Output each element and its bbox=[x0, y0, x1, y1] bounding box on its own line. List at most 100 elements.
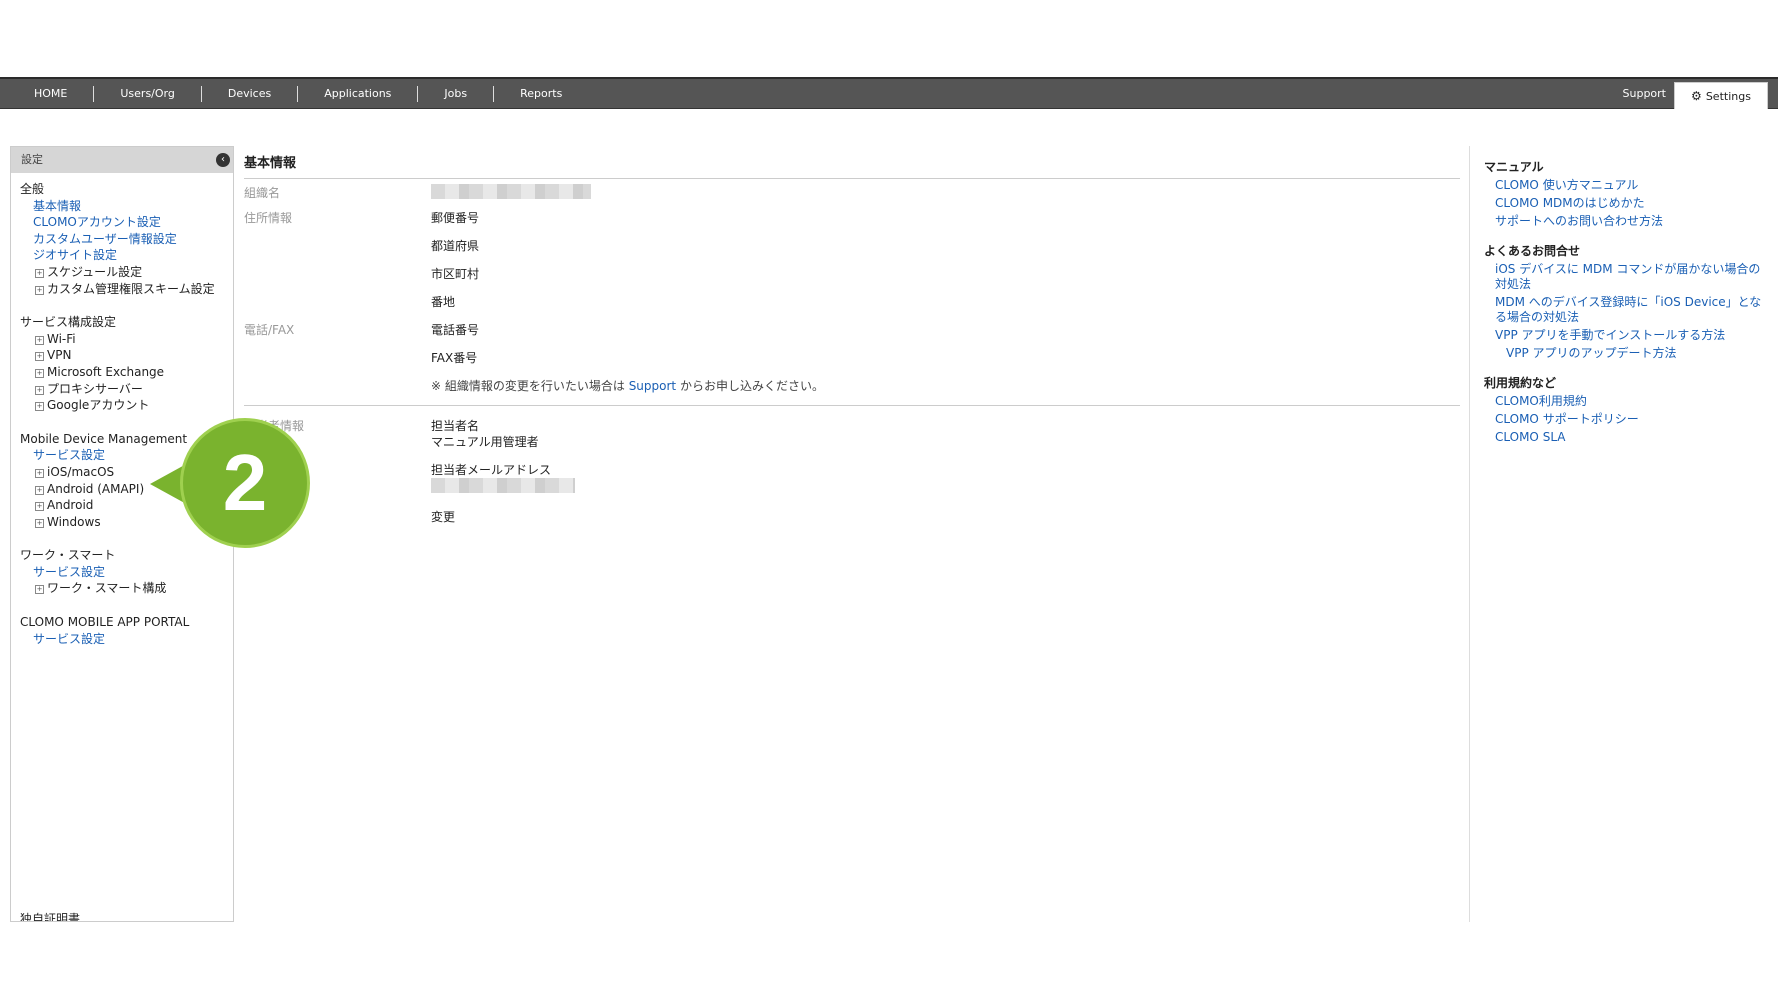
step-callout: 2 bbox=[180, 418, 310, 548]
expand-icon[interactable]: + bbox=[35, 285, 44, 295]
help-link[interactable]: CLOMO SLA bbox=[1484, 430, 1765, 445]
sidebar-link[interactable]: 基本情報 bbox=[20, 198, 233, 215]
sidebar-tree-item[interactable]: + VPN bbox=[20, 347, 233, 364]
nav-reports[interactable]: Reports bbox=[494, 86, 588, 102]
nav-jobs[interactable]: Jobs bbox=[418, 85, 495, 102]
sidebar-link[interactable]: サービス設定 bbox=[20, 564, 233, 581]
nav-users-org[interactable]: Users/Org bbox=[94, 85, 202, 102]
sidebar-tree-label: Android (AMAPI) bbox=[47, 481, 145, 496]
help-link[interactable]: CLOMO サポートポリシー bbox=[1484, 412, 1765, 427]
section-divider bbox=[244, 405, 1460, 406]
city-label: 市区町村 bbox=[431, 267, 480, 281]
help-section: マニュアル CLOMO 使い方マニュアル CLOMO MDMのはじめかた サポートへの… bbox=[1484, 158, 1769, 229]
expand-icon[interactable]: + bbox=[35, 268, 44, 278]
help-link[interactable]: CLOMO 使い方マニュアル bbox=[1484, 178, 1765, 193]
sidebar-link[interactable]: CLOMOアカウント設定 bbox=[20, 214, 233, 231]
sidebar-tree-item[interactable]: + スケジュール設定 bbox=[20, 264, 233, 281]
help-link[interactable]: VPP アプリを手動でインストールする方法 bbox=[1484, 328, 1765, 343]
change-note: ※ 組織情報の変更を行いたい場合は Support からお申し込みください。 bbox=[431, 377, 824, 394]
expand-icon[interactable]: + bbox=[35, 485, 44, 495]
sidebar-link[interactable]: ジオサイト設定 bbox=[20, 247, 233, 264]
contact-email-redacted bbox=[431, 478, 575, 496]
gear-icon: ⚙ bbox=[1691, 89, 1702, 103]
nav-devices[interactable]: Devices bbox=[202, 85, 299, 102]
sidebar-section: ワーク・スマート サービス設定 + ワーク・スマート構成 bbox=[20, 547, 233, 597]
sidebar-link[interactable]: サービス設定 bbox=[20, 631, 233, 648]
sidebar-menu: 全般 基本情報 CLOMOアカウント設定 カスタムユーザー情報設定 ジオサイト設定 + スケ… bbox=[11, 173, 233, 647]
street-label: 番地 bbox=[431, 295, 456, 309]
help-link[interactable]: CLOMO MDMのはじめかた bbox=[1484, 196, 1765, 211]
expand-icon[interactable]: + bbox=[35, 518, 44, 528]
sidebar-section-title: サービス構成設定 bbox=[20, 315, 117, 330]
org-value-redacted bbox=[431, 184, 591, 202]
postal-label: 郵便番号 bbox=[431, 211, 480, 225]
sidebar-tree-item[interactable]: + プロキシサーバー bbox=[20, 381, 233, 398]
org-label: 組織名 bbox=[244, 186, 281, 200]
sidebar-tree-item[interactable]: + Microsoft Exchange bbox=[20, 364, 233, 381]
sidebar-tree-item[interactable]: + Googleアカウント bbox=[20, 397, 233, 414]
sidebar-section: CLOMO MOBILE APP PORTAL サービス設定 bbox=[20, 614, 233, 647]
help-link[interactable]: サポートへのお問い合わせ方法 bbox=[1484, 214, 1765, 229]
contact-name-label: 担当者名 bbox=[431, 419, 480, 433]
note-support-link[interactable]: Support bbox=[629, 379, 676, 393]
help-link[interactable]: iOS デバイスに MDM コマンドが届かない場合の対処法 bbox=[1484, 262, 1765, 292]
help-link[interactable]: MDM へのデバイス登録時に「iOS Device」となる場合の対処法 bbox=[1484, 295, 1765, 325]
help-section-title: 利用規約など bbox=[1484, 376, 1557, 390]
sidebar-tree-label: Googleアカウント bbox=[47, 398, 150, 413]
sidebar-section: サービス構成設定 + Wi-Fi + VPN + Microsoft Exchange + プロ… bbox=[20, 314, 233, 414]
nav-settings-tab[interactable]: ⚙ Settings bbox=[1674, 82, 1768, 109]
sidebar-tree-label: iOS/macOS bbox=[47, 464, 115, 479]
expand-icon[interactable]: + bbox=[35, 352, 44, 362]
top-nav: HOME Users/Org Devices Applications Jobs… bbox=[0, 77, 1778, 109]
help-section: 利用規約など CLOMO利用規約 CLOMO サポートポリシー CLOMO SLA bbox=[1484, 374, 1769, 445]
contact-email-label: 担当者メールアドレス bbox=[431, 463, 552, 477]
sidebar-tree-label: Android bbox=[47, 498, 94, 513]
sidebar-header: 設定 ‹ bbox=[11, 147, 233, 173]
expand-icon[interactable]: + bbox=[35, 385, 44, 395]
contact-name-value: マニュアル用管理者 bbox=[431, 435, 539, 449]
help-section-title: よくあるお問合せ bbox=[1484, 244, 1581, 258]
expand-icon[interactable]: + bbox=[35, 468, 44, 478]
page-title: 基本情報 bbox=[244, 146, 1460, 179]
sidebar-tree-item[interactable]: + Wi-Fi bbox=[20, 331, 233, 348]
phone-fax-label: 電話/FAX bbox=[244, 323, 295, 337]
expand-icon[interactable]: + bbox=[35, 402, 44, 412]
expand-icon[interactable]: + bbox=[35, 502, 44, 512]
settings-sidebar: 設定 ‹ 全般基本情報 CLOMOアカウント設定 カスタムユーザー情報設定 ジオサイト… bbox=[10, 146, 234, 922]
note-pre: ※ 組織情報の変更を行いたい場合は bbox=[431, 379, 629, 393]
sidebar-tree-label: プロキシサーバー bbox=[47, 381, 143, 396]
sidebar-tree-label: Microsoft Exchange bbox=[47, 364, 165, 379]
note-post: からお申し込みください。 bbox=[676, 379, 824, 393]
collapse-left-icon[interactable]: ‹ bbox=[216, 153, 230, 167]
sidebar-tree-item[interactable]: + ワーク・スマート構成 bbox=[20, 580, 233, 597]
change-link[interactable]: 変更 bbox=[431, 508, 455, 525]
sidebar-tree-label: VPN bbox=[47, 348, 72, 363]
sidebar-tree-label: Wi-Fi bbox=[47, 331, 76, 346]
sidebar-tree-label: カスタム管理権限スキーム設定 bbox=[47, 281, 215, 296]
address-label: 住所情報 bbox=[244, 211, 293, 225]
expand-icon[interactable]: + bbox=[35, 585, 44, 595]
sidebar-item-cut[interactable]: 独自証明書 bbox=[20, 910, 80, 921]
org-row: 組織名 bbox=[244, 179, 1460, 209]
sidebar-tree-item[interactable]: + カスタム管理権限スキーム設定 bbox=[20, 281, 233, 298]
nav-applications[interactable]: Applications bbox=[298, 85, 419, 102]
expand-icon[interactable]: + bbox=[35, 368, 44, 378]
nav-tabs: HOME Users/Org Devices Applications Jobs… bbox=[8, 79, 588, 108]
sidebar-title: 設定 bbox=[21, 153, 43, 166]
help-link[interactable]: VPP アプリのアップデート方法 bbox=[1484, 346, 1776, 361]
prefecture-label: 都道府県 bbox=[431, 239, 480, 253]
sidebar-tree-label: ワーク・スマート構成 bbox=[47, 581, 167, 596]
phone-row: 電話/FAX 電話番号 FAX番号 ※ 組織情報の変更を行いたい場合は Supp… bbox=[244, 321, 1460, 405]
sidebar-link[interactable]: カスタムユーザー情報設定 bbox=[20, 231, 233, 248]
nav-settings-label: Settings bbox=[1705, 89, 1751, 103]
help-link[interactable]: CLOMO利用規約 bbox=[1484, 394, 1765, 409]
help-section: よくあるお問合せ iOS デバイスに MDM コマンドが届かない場合の対処法 MDM… bbox=[1484, 242, 1769, 361]
nav-home[interactable]: HOME bbox=[8, 85, 95, 102]
sidebar-tree-label: スケジュール設定 bbox=[47, 264, 143, 279]
sidebar-section: 全般 基本情報 CLOMOアカウント設定 カスタムユーザー情報設定 ジオサイト設定 + スケ… bbox=[20, 181, 233, 297]
address-row: 住所情報 郵便番号 都道府県 市区町村 番地 bbox=[244, 209, 1460, 321]
expand-icon[interactable]: + bbox=[35, 335, 44, 345]
sidebar-section-title: ワーク・スマート bbox=[20, 548, 116, 563]
sidebar-section-title: 全般 bbox=[20, 182, 45, 196]
nav-support[interactable]: Support bbox=[1623, 79, 1666, 108]
